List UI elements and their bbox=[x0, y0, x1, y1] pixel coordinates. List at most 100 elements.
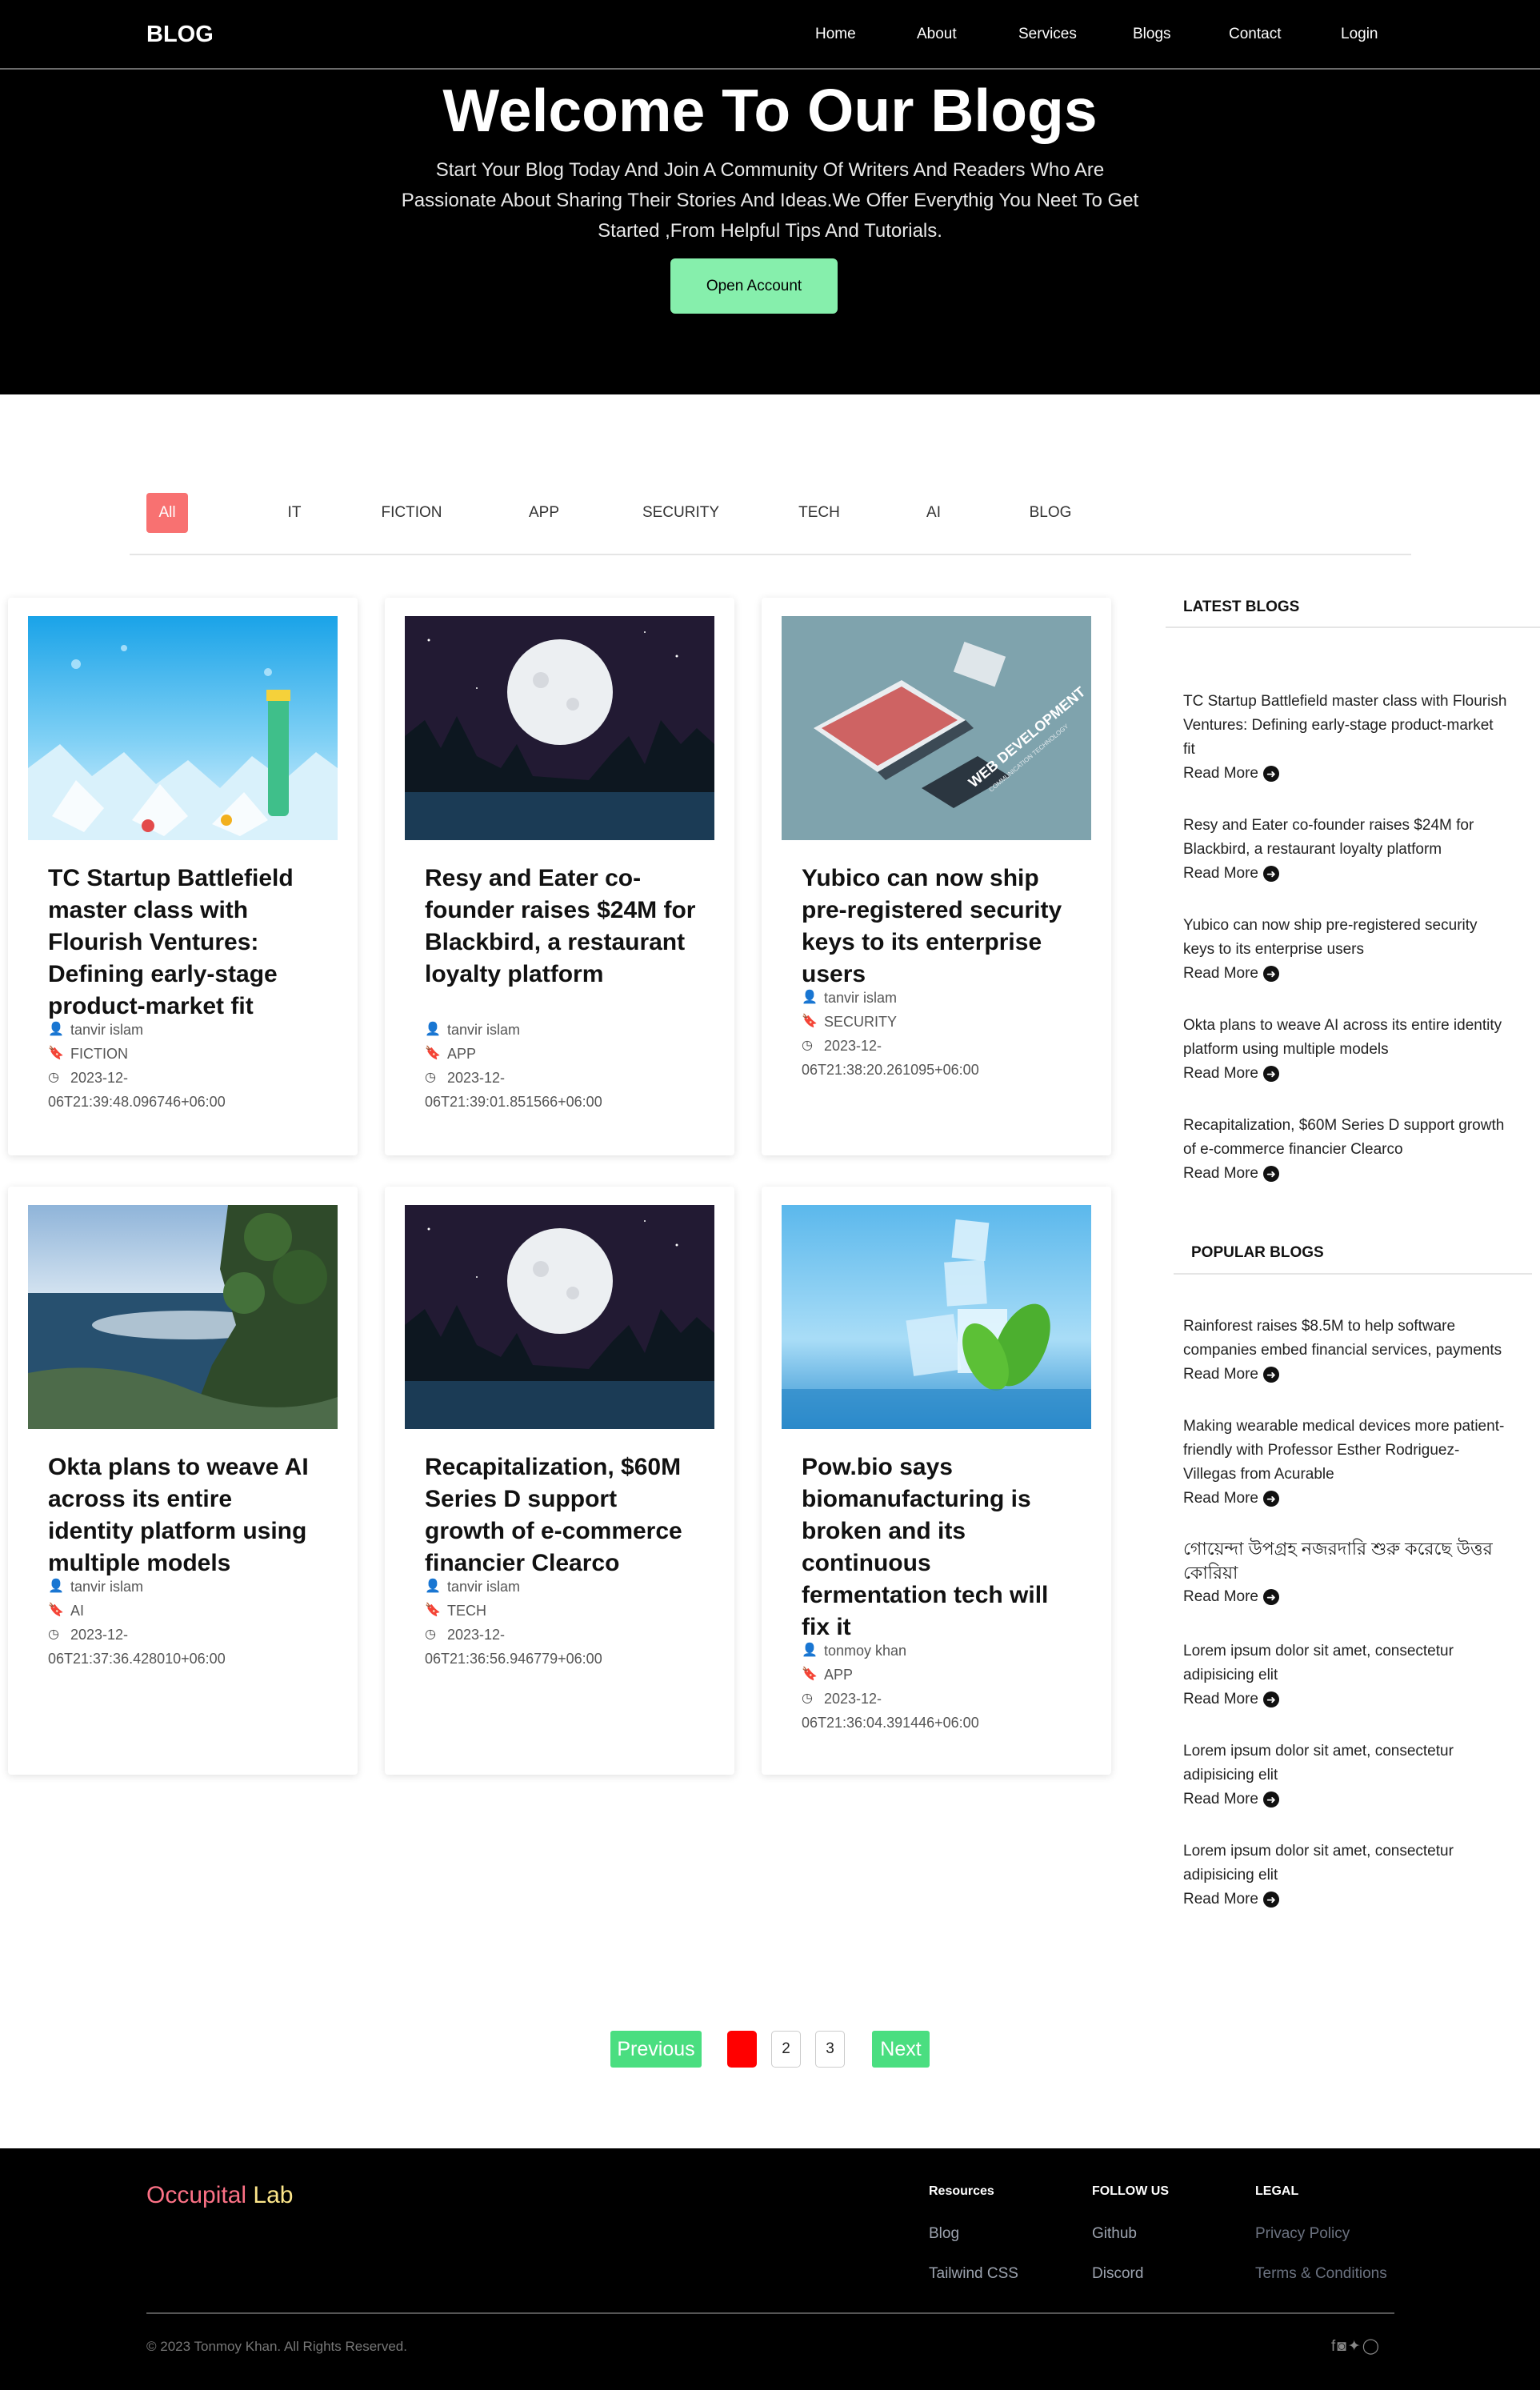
sidebar-item-title[interactable]: গোয়েন্দা উপগ্রহ নজরদারি শুরু করেছে উত্ত… bbox=[1183, 1537, 1527, 1561]
next-page-button[interactable]: Next bbox=[872, 2031, 930, 2068]
page-3-button[interactable]: 3 bbox=[815, 2031, 845, 2068]
sidebar-popular-item[interactable]: Making wearable medical devices more pat… bbox=[1183, 1415, 1527, 1511]
footer-link-terms[interactable]: Terms & Conditions bbox=[1255, 2265, 1387, 2283]
read-more-label[interactable]: Read More bbox=[1183, 1062, 1258, 1086]
read-more-label[interactable]: Read More bbox=[1183, 1162, 1258, 1186]
page-1-button[interactable]: 1 bbox=[727, 2031, 757, 2068]
sidebar-latest-item[interactable]: Recapitalization, $60M Series D support … bbox=[1183, 1114, 1527, 1186]
read-more-link[interactable]: Read More ➜ bbox=[1183, 1585, 1527, 1609]
blog-card[interactable]: TC Startup Battlefield master class with… bbox=[8, 598, 358, 1155]
read-more-label[interactable]: Read More bbox=[1183, 1787, 1258, 1812]
read-more-label[interactable]: Read More bbox=[1183, 1687, 1258, 1711]
sidebar-item-title[interactable]: platform using multiple models bbox=[1183, 1038, 1527, 1062]
sidebar-item-title[interactable]: fit bbox=[1183, 738, 1527, 762]
sidebar-latest-item[interactable]: Yubico can now ship pre-registered secur… bbox=[1183, 914, 1527, 986]
sidebar-item-title[interactable]: কোরিয়া bbox=[1183, 1561, 1527, 1585]
filter-blog[interactable]: BLOG bbox=[1024, 493, 1077, 533]
github-icon[interactable]: ◯ bbox=[1362, 2338, 1381, 2355]
sidebar-item-title[interactable]: Making wearable medical devices more pat… bbox=[1183, 1415, 1527, 1439]
footer-link-tailwind[interactable]: Tailwind CSS bbox=[929, 2265, 1018, 2283]
card-category[interactable]: APP bbox=[447, 1042, 476, 1066]
card-category[interactable]: APP bbox=[824, 1663, 853, 1687]
filter-ai[interactable]: AI bbox=[918, 493, 950, 533]
read-more-link[interactable]: Read More ➜ bbox=[1183, 1888, 1527, 1912]
blog-card[interactable]: WEB DEVELOPMENT COMMUNICATION TECHNOLOGY… bbox=[762, 598, 1111, 1155]
read-more-label[interactable]: Read More bbox=[1183, 1585, 1258, 1609]
nav-login[interactable]: Login bbox=[1341, 26, 1378, 43]
card-image-ice-leaves[interactable] bbox=[782, 1205, 1091, 1429]
sidebar-latest-item[interactable]: Resy and Eater co-founder raises $24M fo… bbox=[1183, 814, 1527, 886]
previous-page-button[interactable]: Previous bbox=[610, 2031, 702, 2068]
sidebar-item-title[interactable]: Lorem ipsum dolor sit amet, consectetur bbox=[1183, 1840, 1527, 1864]
read-more-label[interactable]: Read More bbox=[1183, 1363, 1258, 1387]
sidebar-popular-item[interactable]: Lorem ipsum dolor sit amet, consectetur … bbox=[1183, 1840, 1527, 1912]
filter-app[interactable]: APP bbox=[520, 493, 568, 533]
card-title[interactable]: Recapitalization, $60M Series D support … bbox=[425, 1451, 697, 1579]
sidebar-item-title[interactable]: adipisicing elit bbox=[1183, 1763, 1527, 1787]
card-title[interactable]: Resy and Eater co-founder raises $24M fo… bbox=[425, 863, 697, 991]
filter-fiction[interactable]: FICTION bbox=[374, 493, 450, 533]
nav-home[interactable]: Home bbox=[815, 26, 856, 43]
discord-icon[interactable]: ◙ bbox=[1337, 2338, 1347, 2355]
sidebar-item-title[interactable]: Blackbird, a restaurant loyalty platform bbox=[1183, 838, 1527, 862]
read-more-label[interactable]: Read More bbox=[1183, 1487, 1258, 1511]
sidebar-item-title[interactable]: Rainforest raises $8.5M to help software bbox=[1183, 1315, 1527, 1339]
filter-all[interactable]: All bbox=[146, 493, 188, 533]
read-more-link[interactable]: Read More ➜ bbox=[1183, 862, 1527, 886]
card-title[interactable]: TC Startup Battlefield master class with… bbox=[48, 863, 320, 1023]
filter-tech[interactable]: TECH bbox=[794, 493, 844, 533]
sidebar-item-title[interactable]: adipisicing elit bbox=[1183, 1663, 1527, 1687]
blog-card[interactable]: Okta plans to weave AI across its entire… bbox=[8, 1187, 358, 1775]
sidebar-item-title[interactable]: companies embed financial services, paym… bbox=[1183, 1339, 1527, 1363]
sidebar-item-title[interactable]: Recapitalization, $60M Series D support … bbox=[1183, 1114, 1527, 1138]
filter-security[interactable]: SECURITY bbox=[637, 493, 725, 533]
sidebar-item-title[interactable]: TC Startup Battlefield master class with… bbox=[1183, 690, 1527, 714]
footer-brand[interactable]: Occupital Lab bbox=[146, 2182, 293, 2209]
card-category[interactable]: AI bbox=[70, 1599, 84, 1623]
open-account-button[interactable]: Open Account bbox=[670, 258, 838, 314]
twitter-icon[interactable]: ✦ bbox=[1348, 2338, 1362, 2355]
read-more-label[interactable]: Read More bbox=[1183, 762, 1258, 786]
sidebar-popular-item[interactable]: Rainforest raises $8.5M to help software… bbox=[1183, 1315, 1527, 1387]
card-image-mangrove-coast[interactable] bbox=[28, 1205, 338, 1429]
sidebar-item-title[interactable]: Lorem ipsum dolor sit amet, consectetur bbox=[1183, 1639, 1527, 1663]
footer-link-discord[interactable]: Discord bbox=[1092, 2265, 1143, 2283]
sidebar-item-title[interactable]: Lorem ipsum dolor sit amet, consectetur bbox=[1183, 1739, 1527, 1763]
page-2-button[interactable]: 2 bbox=[771, 2031, 801, 2068]
nav-blogs[interactable]: Blogs bbox=[1133, 26, 1171, 43]
sidebar-item-title[interactable]: of e-commerce financier Clearco bbox=[1183, 1138, 1527, 1162]
read-more-link[interactable]: Read More ➜ bbox=[1183, 1487, 1527, 1511]
read-more-link[interactable]: Read More ➜ bbox=[1183, 1787, 1527, 1812]
nav-services[interactable]: Services bbox=[1018, 26, 1077, 43]
sidebar-item-title[interactable]: adipisicing elit bbox=[1183, 1864, 1527, 1888]
footer-link-blog[interactable]: Blog bbox=[929, 2225, 959, 2243]
blog-card[interactable]: Pow.bio says biomanufacturing is broken … bbox=[762, 1187, 1111, 1775]
sidebar-popular-item[interactable]: গোয়েন্দা উপগ্রহ নজরদারি শুরু করেছে উত্ত… bbox=[1183, 1537, 1527, 1609]
nav-about[interactable]: About bbox=[917, 26, 957, 43]
footer-link-github[interactable]: Github bbox=[1092, 2225, 1137, 2243]
sidebar-popular-item[interactable]: Lorem ipsum dolor sit amet, consectetur … bbox=[1183, 1639, 1527, 1711]
read-more-label[interactable]: Read More bbox=[1183, 1888, 1258, 1912]
sidebar-item-title[interactable]: Villegas from Acurable bbox=[1183, 1463, 1527, 1487]
read-more-label[interactable]: Read More bbox=[1183, 962, 1258, 986]
card-title[interactable]: Yubico can now ship pre-registered secur… bbox=[802, 863, 1074, 991]
nav-contact[interactable]: Contact bbox=[1229, 26, 1281, 43]
read-more-label[interactable]: Read More bbox=[1183, 862, 1258, 886]
card-category[interactable]: SECURITY bbox=[824, 1010, 897, 1034]
read-more-link[interactable]: Read More ➜ bbox=[1183, 1062, 1527, 1086]
read-more-link[interactable]: Read More ➜ bbox=[1183, 1687, 1527, 1711]
card-image-ice-drinks[interactable] bbox=[28, 616, 338, 840]
sidebar-item-title[interactable]: friendly with Professor Esther Rodriguez… bbox=[1183, 1439, 1527, 1463]
card-category[interactable]: FICTION bbox=[70, 1042, 128, 1066]
sidebar-item-title[interactable]: Ventures: Defining early-stage product-m… bbox=[1183, 714, 1527, 738]
blog-card[interactable]: Recapitalization, $60M Series D support … bbox=[385, 1187, 734, 1775]
sidebar-item-title[interactable]: Yubico can now ship pre-registered secur… bbox=[1183, 914, 1527, 938]
card-title[interactable]: Okta plans to weave AI across its entire… bbox=[48, 1451, 320, 1579]
card-image-moon-night[interactable] bbox=[405, 1205, 714, 1429]
card-title[interactable]: Pow.bio says biomanufacturing is broken … bbox=[802, 1451, 1074, 1643]
sidebar-item-title[interactable]: keys to its enterprise users bbox=[1183, 938, 1527, 962]
sidebar-popular-item[interactable]: Lorem ipsum dolor sit amet, consectetur … bbox=[1183, 1739, 1527, 1812]
card-image-web-development[interactable]: WEB DEVELOPMENT COMMUNICATION TECHNOLOGY bbox=[782, 616, 1091, 840]
footer-link-privacy[interactable]: Privacy Policy bbox=[1255, 2225, 1350, 2243]
read-more-link[interactable]: Read More ➜ bbox=[1183, 762, 1527, 786]
